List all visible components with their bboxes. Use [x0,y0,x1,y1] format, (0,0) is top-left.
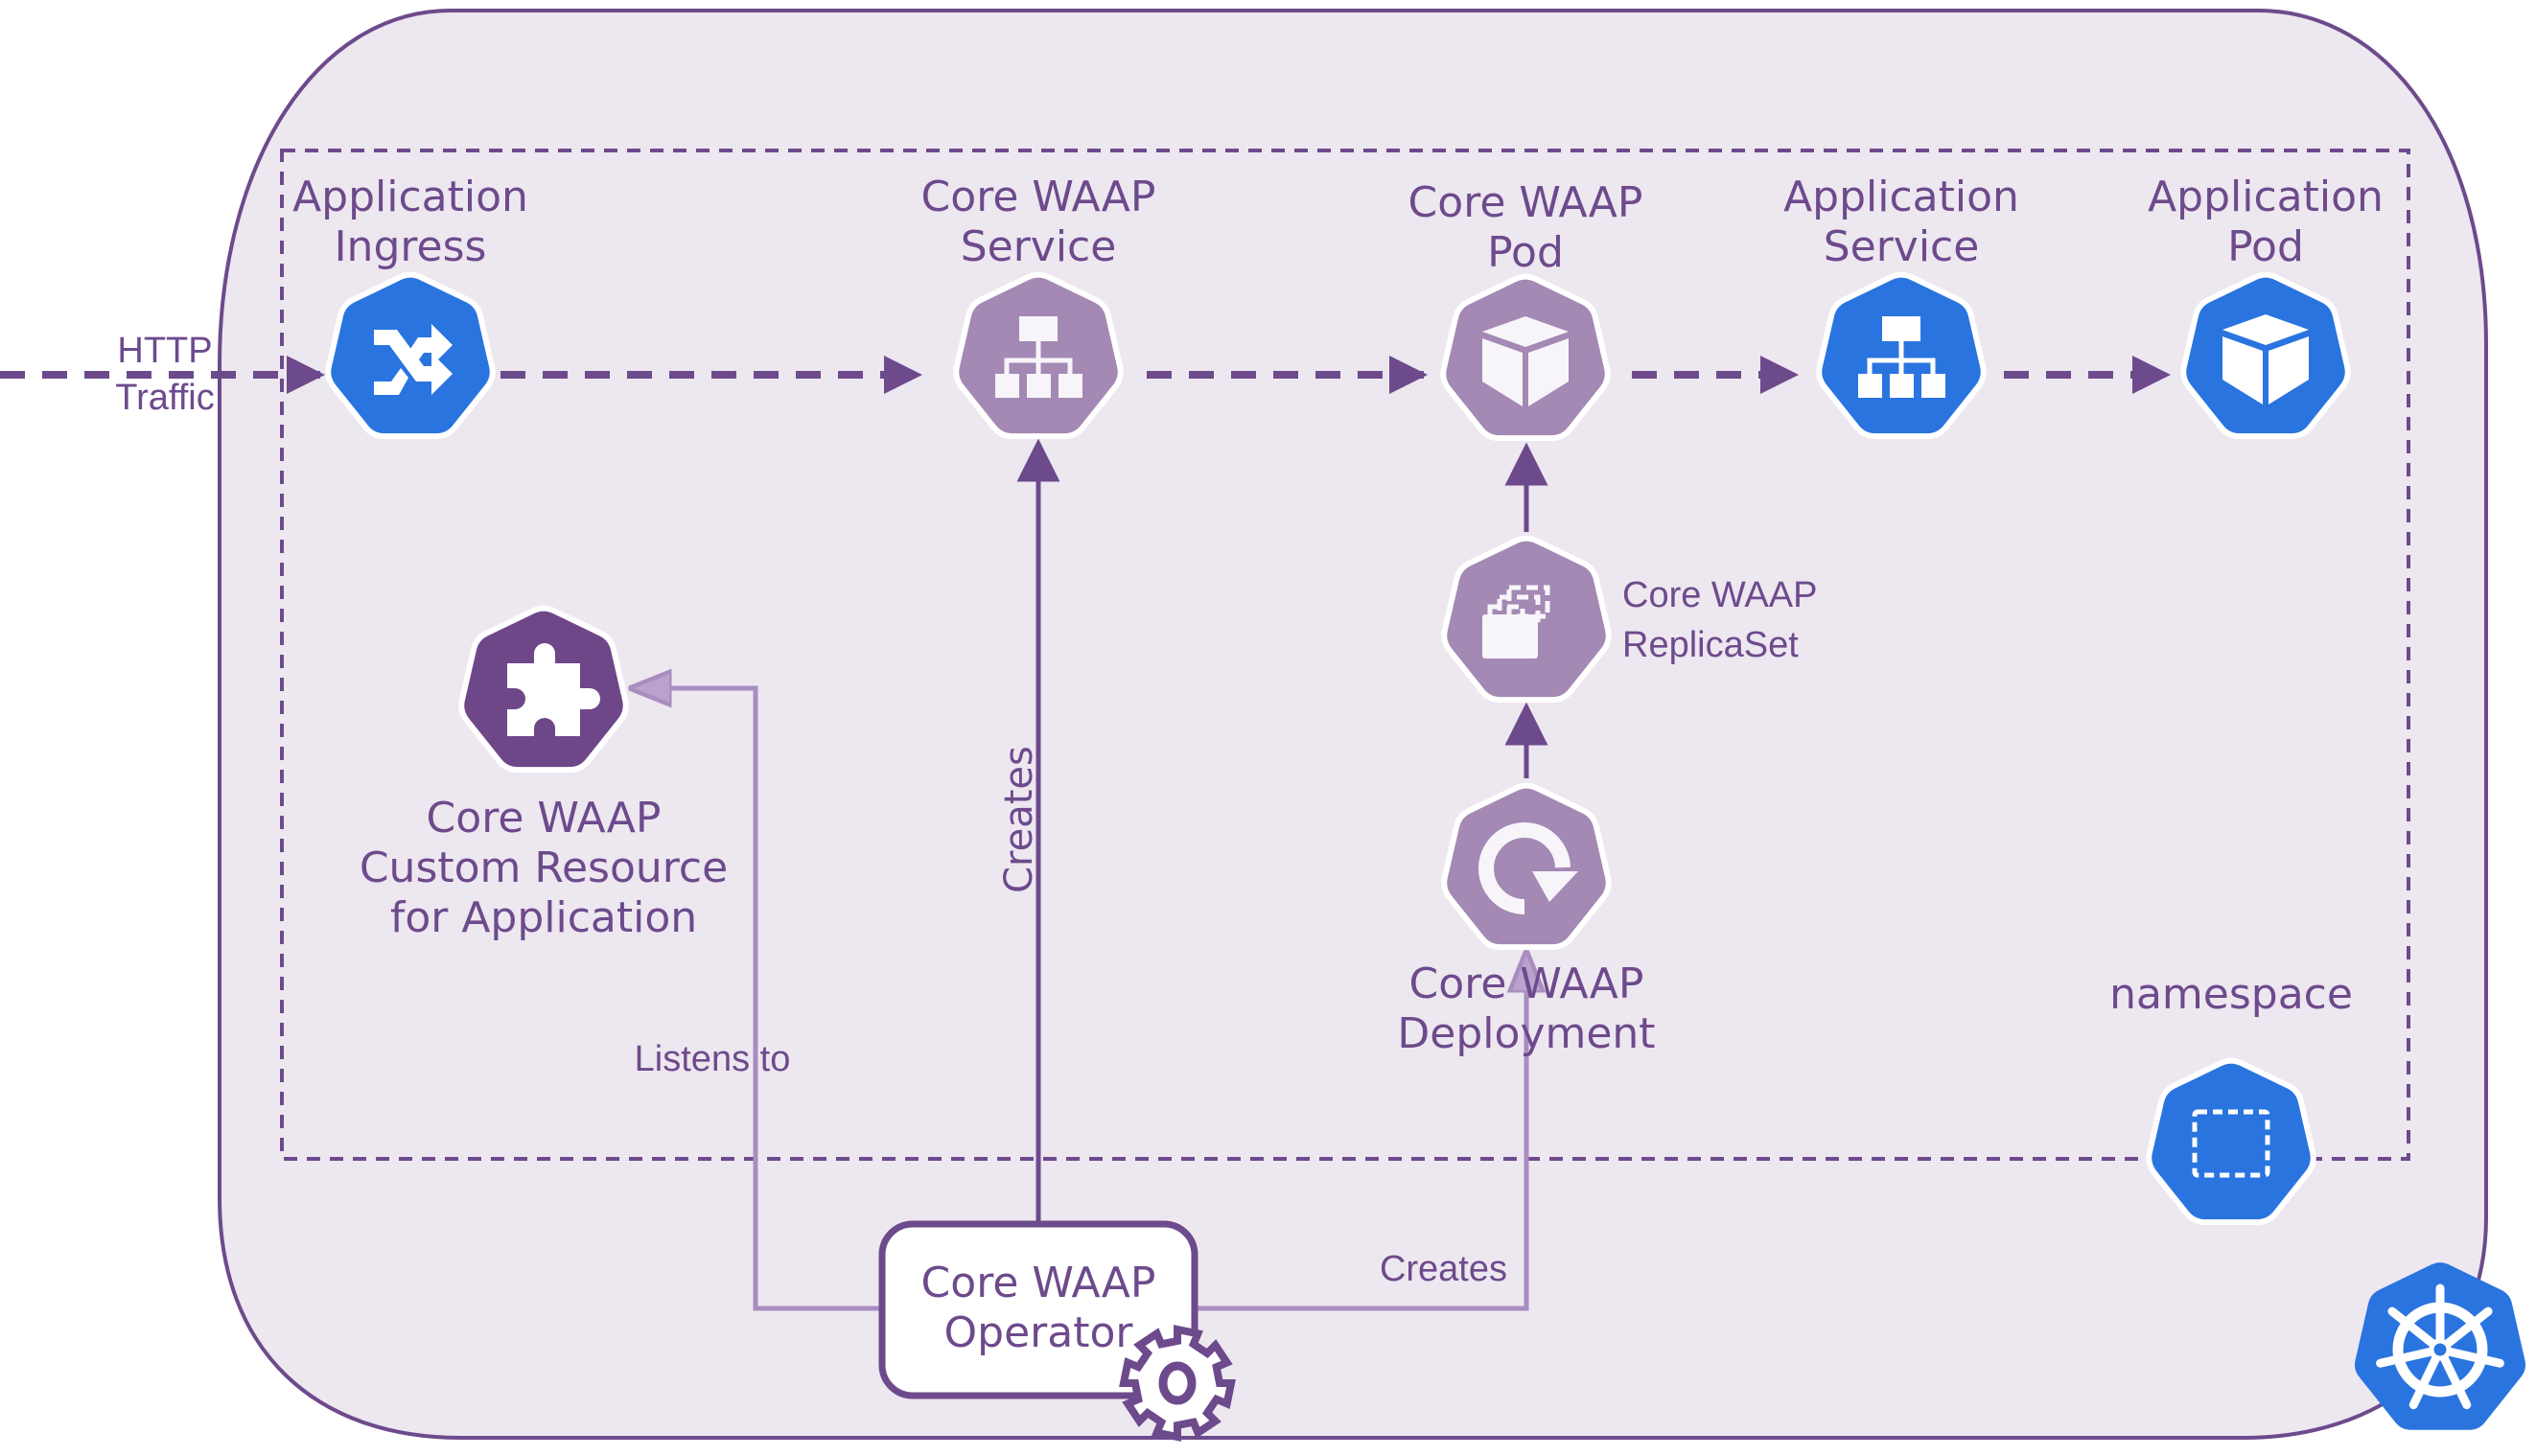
node-label-waap-service-line2: Service [961,222,1117,271]
http-traffic-line1: HTTP [117,331,212,371]
diagram-canvas: ApplicationIngressCore WAAPServiceCore W… [0,9,2526,1442]
deployment-icon [1441,782,1612,951]
node-label-waap-service-line1: Core WAAP [921,173,1156,221]
node-label-namespace-line1: namespace [2109,970,2353,1019]
edge-label-listens-to: Listens to [635,1039,791,1079]
node-label-app-service-line2: Service [1824,222,1980,271]
node-label-ingress-line2: Ingress [335,222,487,271]
node-label-deployment-line1: Core WAAP [1409,959,1644,1008]
node-label-app-pod-line2: Pod [2227,222,2304,271]
node-label-waap-pod-line1: Core WAAP [1408,178,1643,227]
node-label-app-pod-line1: Application [2148,173,2384,221]
edge-label-creates-service: Creates [997,746,1041,893]
node-label-custom-resource-line2: Custom Resource [360,844,728,892]
pod-icon [2180,271,2351,440]
node-label-custom-resource-line3: for Application [390,893,697,942]
pod-icon [1440,273,1611,442]
operator-label-line2: Operator [944,1308,1134,1357]
http-traffic-line2: Traffic [115,378,214,418]
node-label-replicaset-line1: Core WAAP [1622,575,1817,615]
node-label-waap-pod-line2: Pod [1487,228,1564,277]
node-label-custom-resource-line1: Core WAAP [427,794,662,843]
node-label-replicaset-line2: ReplicaSet [1622,625,1799,665]
ingress-icon [325,271,496,440]
replicaset-icon [1441,535,1612,704]
service-icon [1816,271,1987,440]
gear-icon [1119,1325,1236,1442]
heptagon-badge [1440,273,1611,442]
operator-label-line1: Core WAAP [921,1259,1156,1307]
node-label-deployment-line2: Deployment [1397,1009,1655,1058]
crd-puzzle-icon [458,605,629,774]
node-label-app-service-line1: Application [1783,173,2019,221]
heptagon-badge [2146,1057,2316,1226]
heptagon-badge [2180,271,2351,440]
heptagon-badge [1441,782,1612,951]
namespace-icon [2146,1057,2316,1226]
node-label-ingress-line1: Application [292,173,528,221]
service-icon [953,271,1124,440]
edge-label-creates-deployment: Creates [1380,1249,1507,1289]
